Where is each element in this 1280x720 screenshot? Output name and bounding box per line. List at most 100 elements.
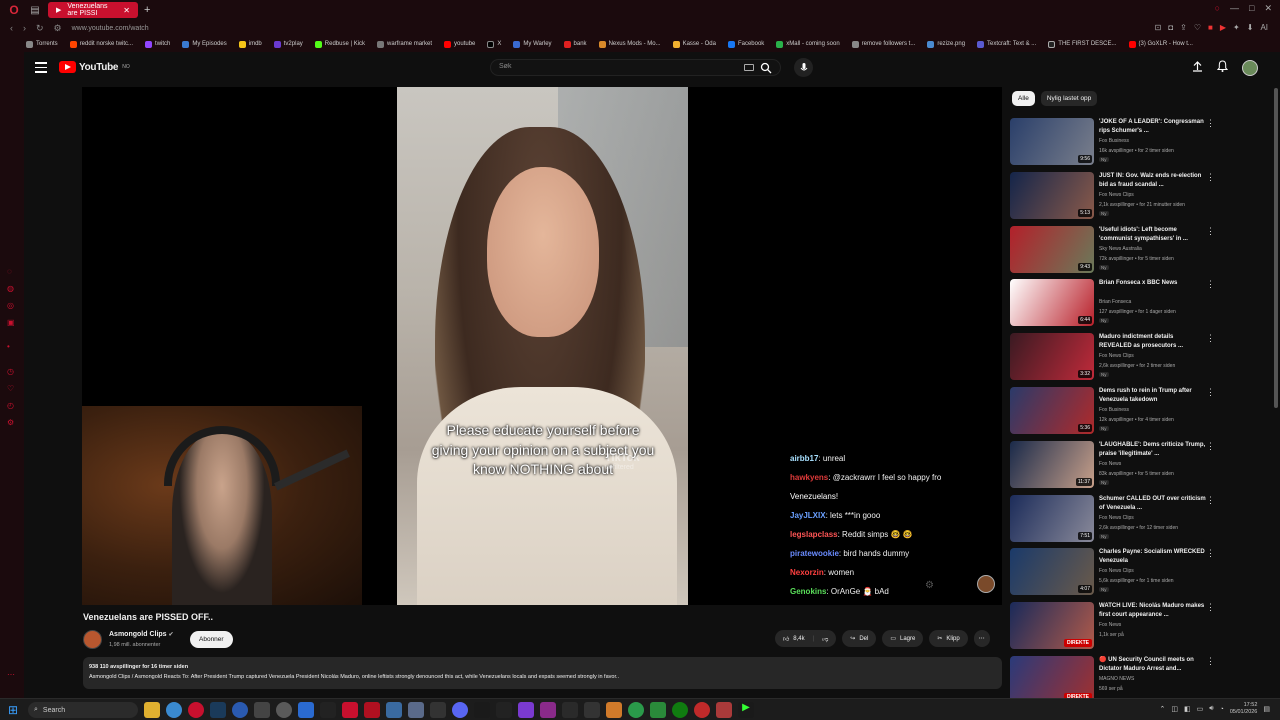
camera-icon[interactable]: ◘ [1168, 23, 1173, 32]
video-thumbnail[interactable]: 5:13 [1010, 171, 1094, 219]
bookmark-item[interactable]: Textcraft: Text & ... [977, 40, 1036, 48]
site-info-icon[interactable]: ⚙ [54, 23, 62, 34]
recommended-video[interactable]: 11:37 'LAUGHABLE': Dems criticize Trump, … [1010, 440, 1270, 489]
bookmark-item[interactable]: Facebook [727, 40, 764, 48]
green-app-2-icon[interactable] [650, 702, 666, 718]
recommended-video[interactable]: 9:43 'Useful idiots': Left become 'commun… [1010, 225, 1270, 274]
minimize-icon[interactable]: — [1230, 3, 1239, 14]
search-icon[interactable] [760, 61, 772, 79]
red-app-icon[interactable] [342, 702, 358, 718]
more-options-icon[interactable]: ⋮ [1206, 495, 1215, 506]
share-button[interactable]: ↪ Del [842, 630, 877, 647]
thumbs-down-icon[interactable]: 👎︎ [822, 635, 828, 643]
clock[interactable]: 17:52 05/01/2026 [1230, 702, 1258, 716]
account-avatar[interactable] [1242, 60, 1258, 76]
more-options-icon[interactable]: ⋮ [1206, 172, 1215, 183]
discord-icon[interactable] [452, 702, 468, 718]
sidebar-aria-icon[interactable]: ◌ [7, 267, 12, 276]
share-page-icon[interactable]: ⇪ [1180, 23, 1187, 32]
video-title[interactable]: 🔴 UN Security Council meets on Dictator … [1099, 656, 1207, 674]
more-options-icon[interactable]: ⋮ [1206, 387, 1215, 398]
back-icon[interactable]: ‹ [10, 23, 13, 33]
red-round-app-icon[interactable] [694, 702, 710, 718]
extension-youtube-icon[interactable]: ▶ [1220, 23, 1226, 32]
sidebar-clock-icon[interactable]: ◴ [7, 401, 14, 410]
recommended-video[interactable]: 4:07 Charles Payne: Socialism WRECKED Ven… [1010, 548, 1270, 596]
extensions-puzzle-icon[interactable]: ✦ [1233, 23, 1240, 32]
channel-name[interactable]: Fox News Clips [1099, 515, 1134, 521]
keyboard-icon[interactable] [744, 64, 754, 71]
video-title[interactable]: 'JOKE OF A LEADER': Congressman rips Sch… [1099, 118, 1207, 136]
chat-username[interactable]: hawkyens [790, 473, 828, 482]
video-title[interactable]: Schumer CALLED OUT over criticism of Ven… [1099, 495, 1207, 513]
photos-icon[interactable] [386, 702, 402, 718]
notifications-icon[interactable]: ▤ [1263, 705, 1270, 713]
recommended-video[interactable]: 5:36 Dems rush to rein in Trump after Ven… [1010, 387, 1270, 435]
tray-icon-3[interactable]: ◔ [1220, 706, 1224, 713]
video-description[interactable]: 938 110 avspillinger for 16 timer siden … [83, 657, 1002, 689]
bookmark-item[interactable]: Kasse - Oda [672, 40, 716, 48]
like-button[interactable]: 👍︎ 8,4k | 👎︎ [775, 630, 837, 647]
close-tab-icon[interactable]: ✕ [123, 6, 130, 15]
video-player[interactable]: Please educate yourself before giving yo… [82, 87, 1002, 605]
bookmark-item[interactable]: tv2play [273, 40, 303, 48]
channel-name[interactable]: Fox News Clips [1099, 192, 1134, 198]
sidebar-dot-icon[interactable]: • [7, 342, 10, 351]
obs-icon[interactable] [276, 702, 292, 718]
maximize-icon[interactable]: □ [1249, 3, 1254, 14]
chrome-icon[interactable] [166, 702, 182, 718]
channel-name[interactable]: Sky News Australia [1099, 246, 1142, 252]
chat-username[interactable]: legslapclass [790, 530, 838, 539]
terminal-icon[interactable] [320, 702, 336, 718]
tray-network-icon[interactable]: ◫ [1171, 705, 1178, 713]
scrollbar[interactable] [1274, 88, 1278, 408]
sidebar-history-icon[interactable]: ◷ [7, 367, 14, 376]
bookmark-item[interactable]: Redbuse | Kick [314, 40, 365, 48]
video-title[interactable]: Charles Payne: Socialism WRECKED Venezue… [1099, 548, 1207, 566]
pin-icon[interactable]: ⊡ [1155, 23, 1162, 32]
chat-username[interactable]: piratewookie [790, 549, 839, 558]
app-dark-2-icon[interactable] [496, 702, 512, 718]
bookmark-item[interactable]: twitch [145, 40, 170, 48]
reload-icon[interactable]: ↻ [36, 23, 44, 34]
chat-username[interactable]: JayJLXIX [790, 511, 826, 520]
recommended-video[interactable]: DIREKTE 🔴 UN Security Council meets on Di… [1010, 656, 1270, 704]
bookmark-item[interactable]: (3) GoXLR - How t... [1128, 40, 1193, 48]
bookmark-item[interactable]: remove followers t... [851, 40, 915, 48]
video-thumbnail[interactable]: 6:44 [1010, 279, 1094, 327]
menu-icon[interactable] [35, 62, 47, 73]
forward-icon[interactable]: › [23, 23, 26, 33]
channel-name[interactable]: Fox Business [1099, 138, 1129, 144]
channel-name[interactable]: Fox News Clips [1099, 568, 1134, 574]
channel-name[interactable]: Fox News [1099, 622, 1121, 628]
channel-avatar[interactable] [83, 630, 102, 649]
orange-app-icon[interactable] [606, 702, 622, 718]
green-app-icon[interactable] [628, 702, 644, 718]
bookmark-item[interactable]: youtube [444, 40, 475, 48]
save-button[interactable]: ▭ Lagre [882, 630, 924, 647]
more-options-icon[interactable]: ⋮ [1206, 118, 1215, 129]
video-title[interactable]: 'Useful idiots': Left become 'communist … [1099, 226, 1207, 244]
audio-app-icon[interactable] [430, 702, 446, 718]
sidebar-messenger-icon[interactable]: ◍ [7, 284, 14, 293]
subscribe-button[interactable]: Abonner [190, 631, 233, 648]
video-thumbnail[interactable]: 3:32 [1010, 333, 1094, 381]
upload-icon[interactable] [1192, 59, 1203, 77]
close-window-icon[interactable]: ✕ [1264, 3, 1272, 14]
bookmark-item[interactable]: My Episodes [182, 40, 227, 48]
video-thumbnail[interactable]: 9:43 [1010, 225, 1094, 273]
app-icon[interactable] [254, 702, 270, 718]
video-thumbnail[interactable]: 5:36 [1010, 387, 1094, 434]
bookmark-item[interactable]: Torrents [26, 40, 58, 48]
sidebar-bookmark-icon[interactable]: ♡ [7, 384, 14, 393]
media-play-icon[interactable]: ▶ [738, 702, 754, 718]
url-field[interactable]: www.youtube.com/watch [72, 25, 149, 32]
vscode-icon[interactable] [298, 702, 314, 718]
recommended-video[interactable]: 5:13 JUST IN: Gov. Walz ends re-election … [1010, 171, 1270, 220]
tab-menu-icon[interactable]: ▤ [28, 3, 42, 17]
battlenet-icon[interactable] [232, 702, 248, 718]
more-actions-button[interactable]: ⋯ [973, 630, 990, 647]
ai-icon[interactable]: AI [1260, 23, 1268, 32]
sidebar-more-icon[interactable]: ⋯ [7, 670, 15, 679]
bookmark-item[interactable]: rezize.png [927, 40, 965, 48]
